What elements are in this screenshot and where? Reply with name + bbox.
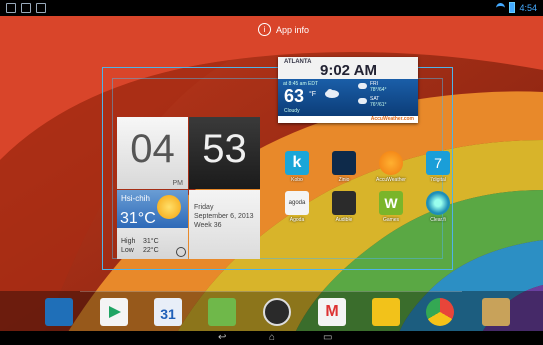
7digital-icon: 7 xyxy=(426,151,450,175)
clock-minutes-tile[interactable]: 53 xyxy=(189,117,260,189)
chrome-icon[interactable] xyxy=(426,298,454,326)
calendar-week: Week 36 xyxy=(194,222,222,229)
back-icon[interactable]: ↩ xyxy=(218,333,226,343)
calendar-tile[interactable]: Friday September 6, 2013 Week 36 xyxy=(189,190,260,259)
cloud-icon xyxy=(325,89,339,98)
app-kobo[interactable]: k Kobo xyxy=(277,151,317,183)
wifi-icon xyxy=(496,2,506,13)
home-icon[interactable]: ⌂ xyxy=(269,333,275,343)
clock-hours-tile[interactable]: 04 PM xyxy=(117,117,188,189)
all-apps-icon[interactable] xyxy=(263,298,291,326)
download-icon[interactable] xyxy=(36,3,46,13)
status-bar: 4:54 xyxy=(0,0,543,16)
zinio-icon xyxy=(332,151,356,175)
dolby-icon[interactable] xyxy=(45,298,73,326)
kobo-icon: k xyxy=(285,151,309,175)
app-agoda[interactable]: agoda Agoda xyxy=(277,191,317,223)
app-zinio[interactable]: Zinio xyxy=(324,151,364,183)
weather-time: 9:02 AM xyxy=(320,62,377,79)
weather-tile-temperature: 31°C xyxy=(120,210,156,227)
play-store-icon[interactable] xyxy=(100,298,128,326)
forecast-hilo: 76°/61° xyxy=(370,102,387,108)
weather-tile-city: Hsi-chih xyxy=(121,194,150,203)
calendar-day: Friday xyxy=(194,204,214,211)
gallery-icon[interactable] xyxy=(372,298,400,326)
forecast-hilo: 78°/64° xyxy=(370,87,387,93)
battery-icon xyxy=(509,2,516,13)
clock-hours: 04 xyxy=(130,127,175,171)
weather-city: ATLANTA xyxy=(284,59,312,65)
navigation-bar: ↩ ⌂ ▭ xyxy=(0,331,543,345)
games-icon: W xyxy=(379,191,403,215)
image-icon[interactable] xyxy=(21,3,31,13)
sun-icon xyxy=(157,195,181,219)
forecast-icon xyxy=(358,98,367,104)
info-icon: i xyxy=(258,23,271,36)
audible-icon xyxy=(332,191,356,215)
dock-divider xyxy=(80,291,462,292)
accuweather-widget[interactable]: ATLANTA 9:02 AM at 8:45 am EDT 63 °F Clo… xyxy=(278,57,418,123)
agoda-icon: agoda xyxy=(285,191,309,215)
low-value: 22°C xyxy=(143,247,159,254)
app-accuweather[interactable]: AccuWeather xyxy=(371,151,411,183)
weather-unit: °F xyxy=(309,91,317,98)
weather-temperature: 63 xyxy=(284,86,305,106)
app-games[interactable]: W Games xyxy=(371,191,411,223)
app-info-label: App info xyxy=(276,24,310,35)
app-clearfi[interactable]: Clear.fi xyxy=(418,191,458,223)
refresh-icon[interactable] xyxy=(176,247,186,257)
weather-tile[interactable]: Hsi-chih 31°C High 31°C Low 22°C xyxy=(117,190,188,259)
forecast-icon xyxy=(358,83,367,89)
high-value: 31°C xyxy=(143,238,159,245)
gmail-icon[interactable]: M xyxy=(318,298,346,326)
recents-icon[interactable]: ▭ xyxy=(323,333,332,343)
accuweather-logo: AccuWeather.com xyxy=(370,116,414,122)
calendar-date: September 6, 2013 xyxy=(194,213,254,220)
clock-ampm: PM xyxy=(172,180,184,187)
status-time: 4:54 xyxy=(519,2,537,13)
clearfi-icon xyxy=(426,191,450,215)
weather-condition: Cloudy xyxy=(284,108,300,114)
app-7digital[interactable]: 7 7digital xyxy=(418,151,458,183)
maps-icon[interactable] xyxy=(208,298,236,326)
camera-icon[interactable] xyxy=(482,298,510,326)
dock: 31 M xyxy=(0,291,543,331)
clock-minutes: 53 xyxy=(202,127,247,171)
low-label: Low xyxy=(121,247,134,254)
notification-icon[interactable] xyxy=(6,3,16,13)
accuweather-icon xyxy=(379,151,403,175)
calendar-icon[interactable]: 31 xyxy=(154,298,182,326)
app-info-button[interactable]: i App info xyxy=(258,23,309,36)
app-audible[interactable]: Audible xyxy=(324,191,364,223)
high-label: High xyxy=(121,238,136,245)
